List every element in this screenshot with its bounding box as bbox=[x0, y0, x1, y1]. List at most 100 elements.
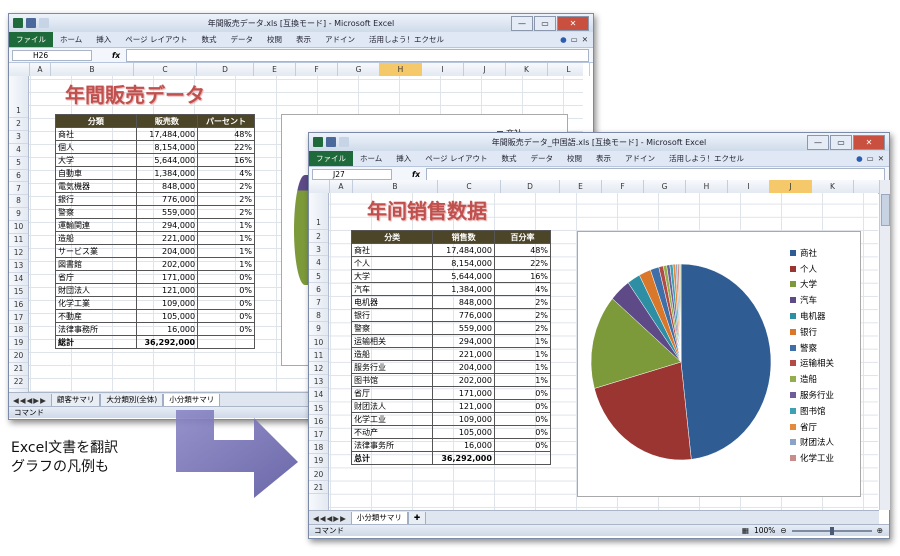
table-cell[interactable]: 17,484,000 bbox=[135, 127, 199, 141]
column-header-j[interactable]: J bbox=[770, 180, 812, 193]
table-cell[interactable]: 法律事务所 bbox=[350, 438, 434, 452]
table-cell[interactable]: 204,000 bbox=[135, 244, 199, 258]
table-cell[interactable]: 5,644,000 bbox=[135, 153, 199, 167]
row-header[interactable]: 5 bbox=[309, 270, 328, 283]
row-header[interactable]: 22 bbox=[9, 376, 28, 389]
table-cell[interactable]: 8,154,000 bbox=[135, 140, 199, 154]
total-cell[interactable] bbox=[493, 451, 552, 465]
table-cell[interactable]: 48% bbox=[493, 243, 552, 257]
legend-entry[interactable]: 图书馆 bbox=[790, 403, 834, 419]
row-header[interactable]: 9 bbox=[9, 208, 28, 222]
table-cell[interactable]: 202,000 bbox=[432, 373, 495, 387]
column-header-c[interactable]: C bbox=[438, 180, 501, 193]
table-cell[interactable]: 0% bbox=[493, 412, 552, 426]
tab-formulas[interactable]: 数式 bbox=[495, 153, 524, 164]
table-cell[interactable]: 化学工业 bbox=[350, 412, 434, 426]
total-cell[interactable]: 36,292,000 bbox=[135, 335, 199, 349]
tab-data[interactable]: データ bbox=[524, 153, 561, 164]
column-header-b[interactable]: B bbox=[353, 180, 438, 193]
total-cell[interactable]: 36,292,000 bbox=[432, 451, 495, 465]
row-header[interactable]: 12 bbox=[9, 247, 28, 260]
column-header-k[interactable]: K bbox=[812, 180, 854, 193]
scroll-thumb[interactable] bbox=[881, 194, 890, 226]
row-header[interactable]: 16 bbox=[9, 299, 28, 312]
row-header[interactable]: 7 bbox=[309, 296, 328, 310]
table-cell[interactable]: 221,000 bbox=[135, 231, 199, 245]
table-cell[interactable]: 1% bbox=[197, 218, 255, 232]
table-cell[interactable]: 776,000 bbox=[135, 192, 199, 206]
table-cell[interactable]: 服务行业 bbox=[350, 360, 434, 374]
table-cell[interactable]: 0% bbox=[493, 425, 552, 439]
tab-insert[interactable]: 挿入 bbox=[389, 153, 418, 164]
column-header-d[interactable]: D bbox=[197, 63, 254, 76]
column-header-i[interactable]: I bbox=[422, 63, 464, 76]
table-cell[interactable]: 运输相关 bbox=[350, 334, 434, 348]
sheet-tab[interactable]: 大分類別(全体) bbox=[100, 393, 164, 407]
legend-entry[interactable]: 商社 bbox=[790, 245, 834, 261]
table-cell[interactable]: 559,000 bbox=[135, 205, 199, 219]
total-cell[interactable] bbox=[197, 335, 255, 349]
table-cell[interactable]: 105,000 bbox=[135, 309, 199, 323]
table-cell[interactable]: 48% bbox=[197, 127, 255, 141]
row-header[interactable]: 12 bbox=[309, 362, 328, 376]
row-header[interactable]: 18 bbox=[9, 324, 28, 338]
row-header[interactable]: 9 bbox=[309, 322, 328, 336]
row-header[interactable]: 5 bbox=[9, 157, 28, 170]
table-cell[interactable]: 造船 bbox=[55, 231, 137, 245]
table-header[interactable]: 销售数 bbox=[432, 230, 495, 244]
table-cell[interactable]: 2% bbox=[493, 308, 552, 322]
table-cell[interactable]: 不动产 bbox=[350, 425, 434, 439]
formula-input[interactable] bbox=[426, 167, 885, 181]
table-cell[interactable]: 财团法人 bbox=[350, 399, 434, 413]
table-cell[interactable]: 1% bbox=[493, 360, 552, 374]
table-cell[interactable]: 大学 bbox=[55, 153, 137, 167]
table-cell[interactable]: 848,000 bbox=[432, 295, 495, 309]
table-cell[interactable]: 0% bbox=[493, 386, 552, 400]
sheet-tab[interactable]: 顧客サマリ bbox=[50, 393, 101, 407]
table-cell[interactable]: 个人 bbox=[350, 256, 434, 270]
table-cell[interactable]: 16% bbox=[493, 269, 552, 283]
legend-entry[interactable]: 汽车 bbox=[790, 292, 834, 308]
close-button[interactable]: ✕ bbox=[853, 135, 885, 150]
table-cell[interactable]: 图书馆 bbox=[350, 373, 434, 387]
row-header[interactable]: 8 bbox=[309, 309, 328, 323]
fx-icon[interactable]: fx bbox=[112, 51, 120, 60]
table-cell[interactable]: 化学工業 bbox=[55, 296, 137, 310]
table-cell[interactable]: 105,000 bbox=[432, 425, 495, 439]
select-all-corner[interactable] bbox=[309, 180, 330, 193]
legend-entry[interactable]: 个人 bbox=[790, 261, 834, 277]
table-cell[interactable]: 1% bbox=[493, 347, 552, 361]
view-normal-icon[interactable]: ▦ bbox=[742, 526, 749, 535]
table-cell[interactable]: 警察 bbox=[350, 321, 434, 335]
table-cell[interactable]: 22% bbox=[197, 140, 255, 154]
row-header[interactable]: 4 bbox=[9, 144, 28, 157]
column-header-d[interactable]: D bbox=[501, 180, 560, 193]
row-header[interactable]: 14 bbox=[309, 388, 328, 402]
maximize-button[interactable]: ▭ bbox=[830, 135, 852, 150]
table-cell[interactable]: 財団法人 bbox=[55, 283, 137, 297]
formula-input[interactable] bbox=[126, 48, 589, 62]
legend-entry[interactable]: 造船 bbox=[790, 371, 834, 387]
tab-excel-tips[interactable]: 活用しよう！エクセル bbox=[362, 34, 451, 45]
table-cell[interactable]: 0% bbox=[197, 283, 255, 297]
legend-entry[interactable]: 大学 bbox=[790, 277, 834, 293]
row-header[interactable]: 10 bbox=[9, 221, 28, 235]
column-header-f[interactable]: F bbox=[602, 180, 644, 193]
row-header[interactable]: 7 bbox=[9, 183, 28, 196]
zoom-level[interactable]: 100% bbox=[754, 526, 775, 535]
tab-page-layout[interactable]: ページ レイアウト bbox=[418, 153, 494, 164]
table-cell[interactable]: 204,000 bbox=[432, 360, 495, 374]
table-cell[interactable]: 1,384,000 bbox=[432, 282, 495, 296]
file-tab[interactable]: ファイル bbox=[9, 32, 53, 47]
fx-icon[interactable]: fx bbox=[412, 170, 420, 179]
window-close-icon[interactable]: ✕ bbox=[582, 35, 588, 44]
row-header[interactable]: 6 bbox=[309, 283, 328, 296]
column-header-i[interactable]: I bbox=[728, 180, 770, 193]
table-cell[interactable]: 109,000 bbox=[432, 412, 495, 426]
table-header[interactable]: 分类 bbox=[350, 230, 434, 244]
tab-review[interactable]: 校閲 bbox=[560, 153, 589, 164]
table-cell[interactable]: 8,154,000 bbox=[432, 256, 495, 270]
table-cell[interactable]: 5,644,000 bbox=[432, 269, 495, 283]
table-cell[interactable]: 1% bbox=[493, 334, 552, 348]
column-header-g[interactable]: G bbox=[644, 180, 686, 193]
